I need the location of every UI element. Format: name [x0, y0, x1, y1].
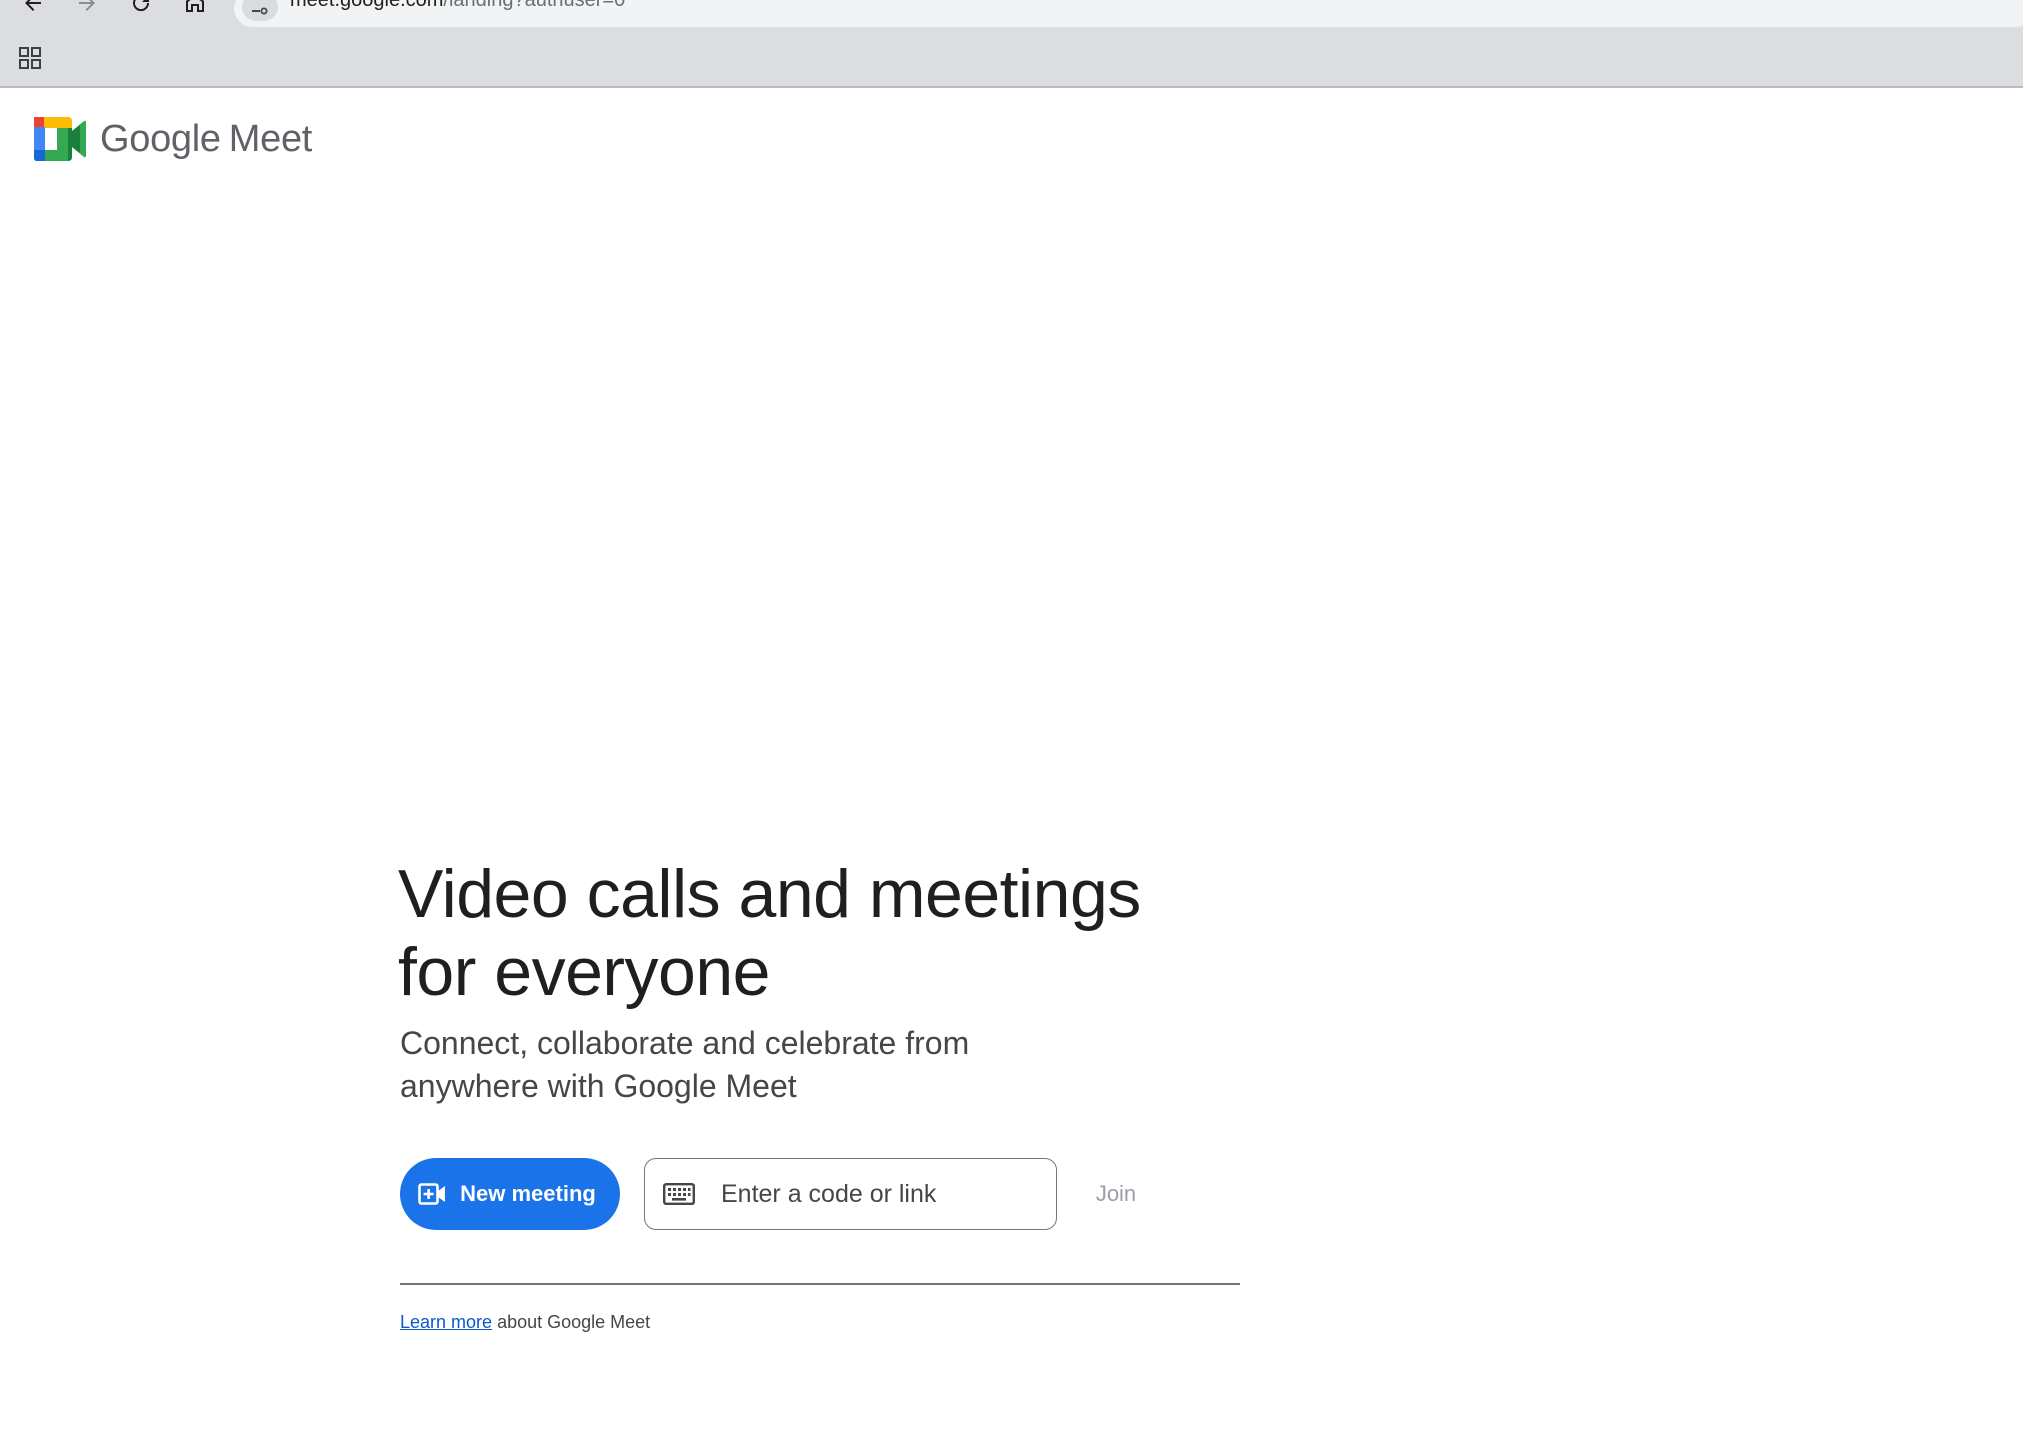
new-meeting-button[interactable]: New meeting [400, 1158, 620, 1230]
home-icon [186, 0, 204, 12]
url-text[interactable]: meet.google.com/landing?authuser=0 [290, 0, 625, 27]
subheadline-line-2: anywhere with Google Meet [400, 1068, 797, 1104]
video-call-icon [418, 1182, 446, 1206]
arrow-right-icon [79, 0, 95, 11]
logo-wordmark: Google Meet [100, 118, 312, 161]
site-info-button[interactable] [242, 0, 278, 21]
browser-toolbar: meet.google.com/landing?authuser=0 [0, 0, 2023, 28]
subheadline-line-1: Connect, collaborate and celebrate from [400, 1025, 970, 1061]
arrow-left-icon [25, 0, 41, 11]
meeting-code-input[interactable] [721, 1159, 1041, 1229]
page-subheadline: Connect, collaborate and celebrate from … [400, 1022, 1040, 1108]
page-headline: Video calls and meetings for everyone [398, 855, 1298, 1011]
reload-button[interactable] [124, 0, 158, 20]
meeting-code-field[interactable] [644, 1158, 1057, 1230]
new-meeting-label: New meeting [460, 1181, 596, 1206]
headline-line-1: Video calls and meetings [398, 856, 1141, 932]
apps-grid-icon [19, 47, 41, 69]
google-meet-logo[interactable]: Google Meet [34, 112, 312, 166]
bookmarks-bar [0, 28, 2023, 88]
meet-logo-icon [34, 117, 86, 161]
learn-more-text: Learn more about Google Meet [400, 1312, 650, 1333]
reload-icon [133, 0, 150, 12]
logo-google-text: Google [100, 117, 221, 160]
home-button[interactable] [178, 0, 212, 20]
learn-more-suffix: about Google Meet [492, 1312, 651, 1332]
join-button[interactable]: Join [1080, 1166, 1152, 1222]
learn-more-link[interactable]: Learn more [400, 1312, 492, 1332]
apps-button[interactable] [12, 42, 48, 74]
section-divider [400, 1283, 1240, 1285]
back-button[interactable] [16, 0, 50, 20]
logo-product-text: Meet [228, 117, 313, 160]
url-path: /landing?authuser=0 [443, 0, 626, 11]
url-host: meet.google.com [290, 0, 444, 11]
keyboard-icon [663, 1183, 695, 1205]
forward-button[interactable] [70, 0, 104, 20]
tune-icon [252, 7, 268, 15]
address-bar[interactable]: meet.google.com/landing?authuser=0 [234, 0, 2023, 27]
headline-line-2: for everyone [398, 934, 770, 1010]
